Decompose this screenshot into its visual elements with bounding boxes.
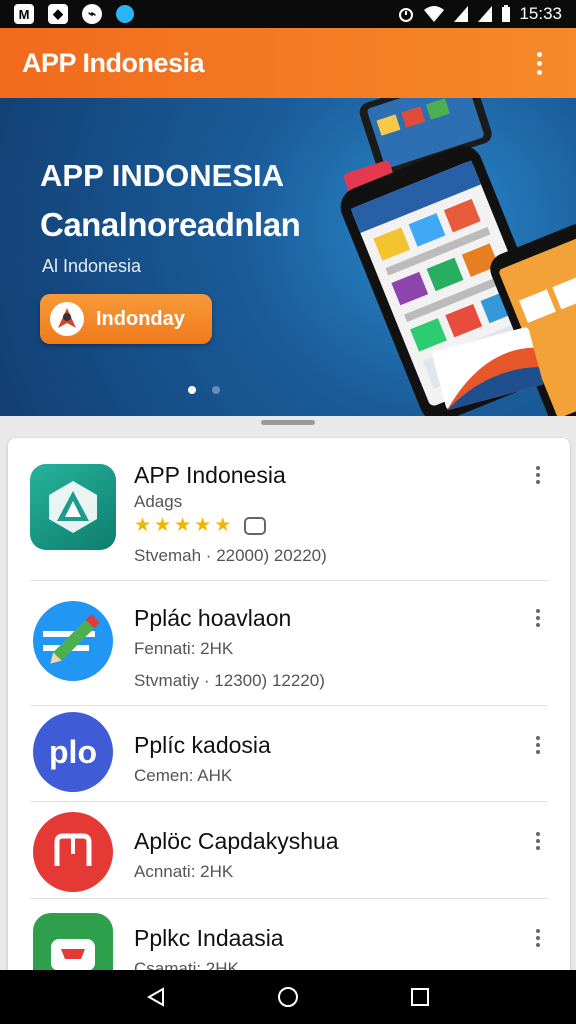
- app-size: Acnnati: 2HK: [134, 862, 234, 881]
- list-item[interactable]: APP Indonesia Adags ★ ★ ★ ★ ★ Stvemah · …: [8, 438, 570, 580]
- app-title: APP Indonesia: [22, 47, 205, 78]
- home-icon[interactable]: [268, 977, 308, 1017]
- app-stats: Stvmatiy · 12300) 12220): [134, 671, 325, 690]
- more-vertical-icon[interactable]: [524, 43, 554, 83]
- star-icon: ★: [154, 515, 172, 536]
- app-size: Cemen: AHK: [134, 766, 233, 785]
- music-icon: [33, 812, 113, 892]
- pencil-icon: [33, 601, 113, 681]
- app-size: Fennati: 2HK: [134, 639, 234, 658]
- item-more-icon[interactable]: [528, 462, 548, 488]
- app-category: Adags: [134, 492, 183, 511]
- banner-cta-button[interactable]: Indonday: [40, 294, 212, 344]
- star-icon: ★: [174, 515, 192, 536]
- status-notification-icons: M ◆ ⌁: [14, 4, 134, 24]
- app-title: Pplác hoavlaon: [134, 605, 292, 631]
- pager-dot-active[interactable]: [188, 386, 196, 394]
- app-icon: ◆: [48, 4, 68, 24]
- app-title: Pplíc kadosia: [134, 732, 271, 758]
- store-icon: [33, 913, 113, 978]
- alarm-icon: [399, 8, 414, 22]
- list-item[interactable]: plo Pplíc kadosia Cemen: AHK: [8, 706, 570, 801]
- star-icon: ★: [134, 515, 152, 536]
- rating-stars: ★ ★ ★ ★ ★: [134, 515, 267, 536]
- app-title: Aplöc Capdakyshua: [134, 828, 339, 854]
- notification-dot-icon: [116, 5, 134, 23]
- signal-icon: [478, 6, 493, 22]
- recents-icon[interactable]: [400, 977, 440, 1017]
- status-system-icons: 15:33: [397, 4, 562, 24]
- list-item[interactable]: Pplkc Indaasia Csamati: 2HK: [8, 899, 570, 978]
- banner-title: APP INDONESIA: [40, 158, 285, 193]
- star-icon: ★: [194, 515, 212, 536]
- mascot-icon: [50, 302, 84, 336]
- item-more-icon[interactable]: [528, 925, 548, 951]
- chat-icon: [244, 516, 267, 535]
- navigation-bar: [0, 970, 576, 1024]
- gmail-icon: M: [14, 4, 34, 24]
- app-bar: APP Indonesia: [0, 28, 576, 98]
- item-more-icon[interactable]: [528, 605, 548, 631]
- banner-subtitle: Canalnoreadnlan: [40, 206, 301, 243]
- app-stats: Stvemah · 22000) 20220): [134, 546, 327, 565]
- drag-handle[interactable]: [261, 420, 315, 425]
- phones-illustration: [340, 98, 576, 416]
- battery-icon: [502, 5, 511, 22]
- item-more-icon[interactable]: [528, 828, 548, 854]
- item-more-icon[interactable]: [528, 732, 548, 758]
- app-title: Pplkc Indaasia: [134, 925, 284, 951]
- app-list: APP Indonesia Adags ★ ★ ★ ★ ★ Stvemah · …: [8, 438, 570, 978]
- messenger-icon: ⌁: [82, 4, 102, 24]
- banner-pager[interactable]: [188, 386, 220, 394]
- app-indonesia-icon: [30, 464, 116, 550]
- status-time: 15:33: [519, 4, 562, 23]
- app-title: APP Indonesia: [134, 462, 286, 488]
- pager-dot[interactable]: [212, 386, 220, 394]
- status-bar: M ◆ ⌁ 15:33: [0, 0, 576, 28]
- banner-small-text: Al Indonesia: [42, 256, 142, 276]
- star-icon: ★: [214, 515, 232, 536]
- list-item[interactable]: Pplác hoavlaon Fennati: 2HK Stvmatiy · 1…: [8, 581, 570, 705]
- list-item[interactable]: Aplöc Capdakyshua Acnnati: 2HK: [8, 802, 570, 898]
- banner-cta-label: Indonday: [96, 307, 185, 330]
- back-icon[interactable]: [136, 977, 176, 1017]
- signal-icon: [454, 6, 469, 22]
- wifi-icon: [424, 6, 445, 22]
- promo-banner[interactable]: APP INDONESIA Canalnoreadnlan Al Indones…: [0, 98, 576, 416]
- plo-icon: plo: [33, 712, 113, 792]
